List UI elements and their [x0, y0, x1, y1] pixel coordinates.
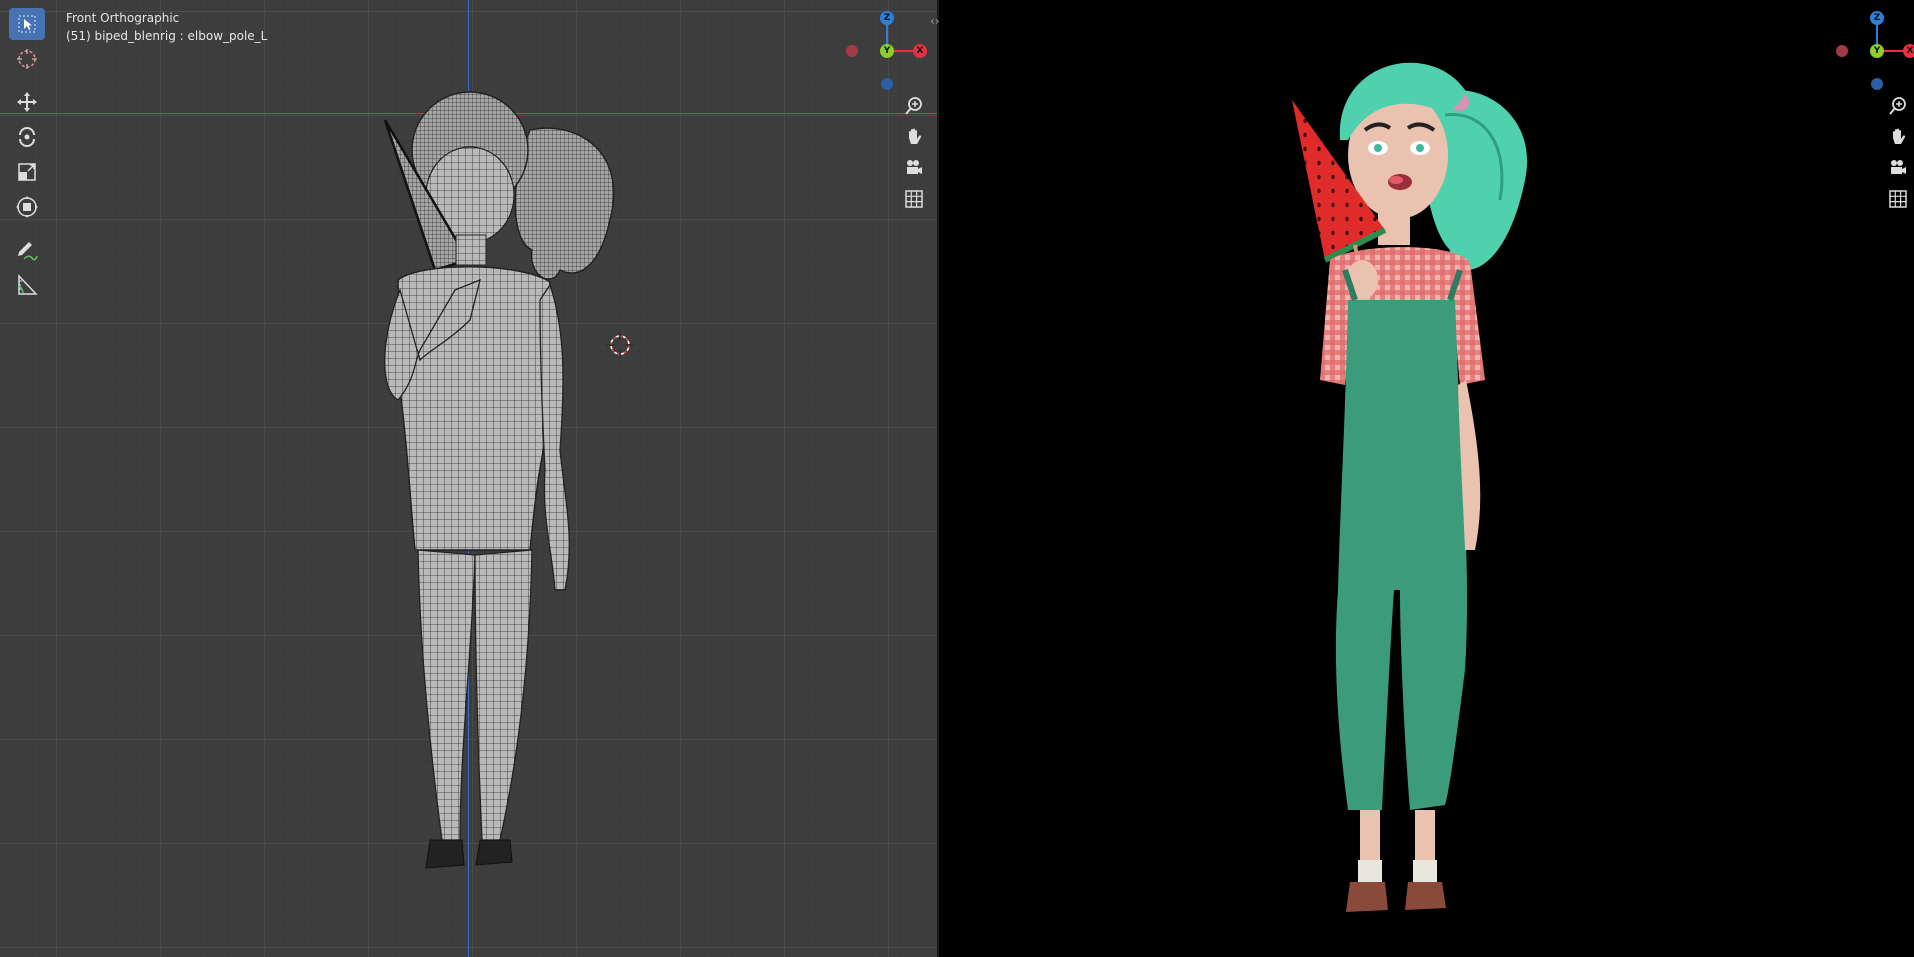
grid-ortho-icon	[1889, 190, 1907, 208]
gizmo-y-axis[interactable]: Y	[880, 44, 894, 58]
hand-pan-icon	[1893, 128, 1906, 144]
navigation-gizmo[interactable]: Z Y X	[842, 8, 932, 98]
cursor-tool[interactable]	[9, 43, 45, 75]
cursor-arrow-icon	[18, 15, 36, 33]
navigation-gizmo-rendered[interactable]: Z Y X	[1832, 8, 1914, 98]
camera-view-button[interactable]	[1884, 154, 1912, 182]
grid-ortho-icon	[905, 190, 923, 208]
viewport-info: Front Orthographic (51) biped_blenrig : …	[66, 9, 267, 45]
character-rendered[interactable]	[1270, 30, 1550, 930]
select-box-tool[interactable]	[9, 8, 45, 40]
gizmo-neg-x-axis[interactable]	[1836, 45, 1848, 57]
move-tool[interactable]	[9, 86, 45, 118]
zoom-button[interactable]	[1884, 92, 1912, 120]
gizmo-neg-x-axis[interactable]	[846, 45, 858, 57]
gizmo-neg-z-axis[interactable]	[881, 78, 893, 90]
camera-icon	[907, 160, 922, 174]
camera-view-button[interactable]	[900, 154, 928, 182]
transform-icon	[16, 196, 38, 218]
navigation-buttons	[900, 92, 930, 216]
camera-icon	[1891, 160, 1906, 174]
transform-tool[interactable]	[9, 191, 45, 223]
tool-shelf	[7, 8, 49, 304]
active-object-info: (51) biped_blenrig : elbow_pole_L	[66, 29, 268, 43]
viewport-wireframe[interactable]: Front Orthographic (51) biped_blenrig : …	[0, 0, 937, 957]
pan-button[interactable]	[900, 123, 928, 151]
annotate-tool[interactable]	[9, 234, 45, 266]
pan-button[interactable]	[1884, 123, 1912, 151]
navigation-buttons-rendered	[1884, 92, 1914, 216]
gizmo-y-axis[interactable]: Y	[1870, 44, 1884, 58]
ortho-toggle-button[interactable]	[900, 185, 928, 213]
scale-tool[interactable]	[9, 156, 45, 188]
scale-icon	[18, 163, 36, 181]
gizmo-z-axis[interactable]: Z	[880, 11, 894, 25]
measure-tool[interactable]	[9, 269, 45, 301]
zoom-icon	[905, 97, 922, 115]
gizmo-x-axis[interactable]: X	[913, 44, 927, 58]
zoom-icon	[1889, 97, 1906, 115]
3d-cursor-icon	[17, 49, 37, 69]
gizmo-x-axis[interactable]: X	[1903, 44, 1914, 58]
hand-pan-icon	[909, 128, 922, 144]
move-arrows-icon	[17, 92, 37, 112]
gizmo-neg-z-axis[interactable]	[1871, 78, 1883, 90]
ruler-icon	[18, 274, 38, 295]
zoom-button[interactable]	[900, 92, 928, 120]
view-name: Front Orthographic	[66, 11, 180, 25]
rotate-icon	[19, 127, 35, 147]
pencil-icon	[18, 242, 38, 261]
rotate-tool[interactable]	[9, 121, 45, 153]
character-wireframe[interactable]	[360, 50, 620, 930]
gizmo-z-axis[interactable]: Z	[1870, 11, 1884, 25]
ortho-toggle-button[interactable]	[1884, 185, 1912, 213]
